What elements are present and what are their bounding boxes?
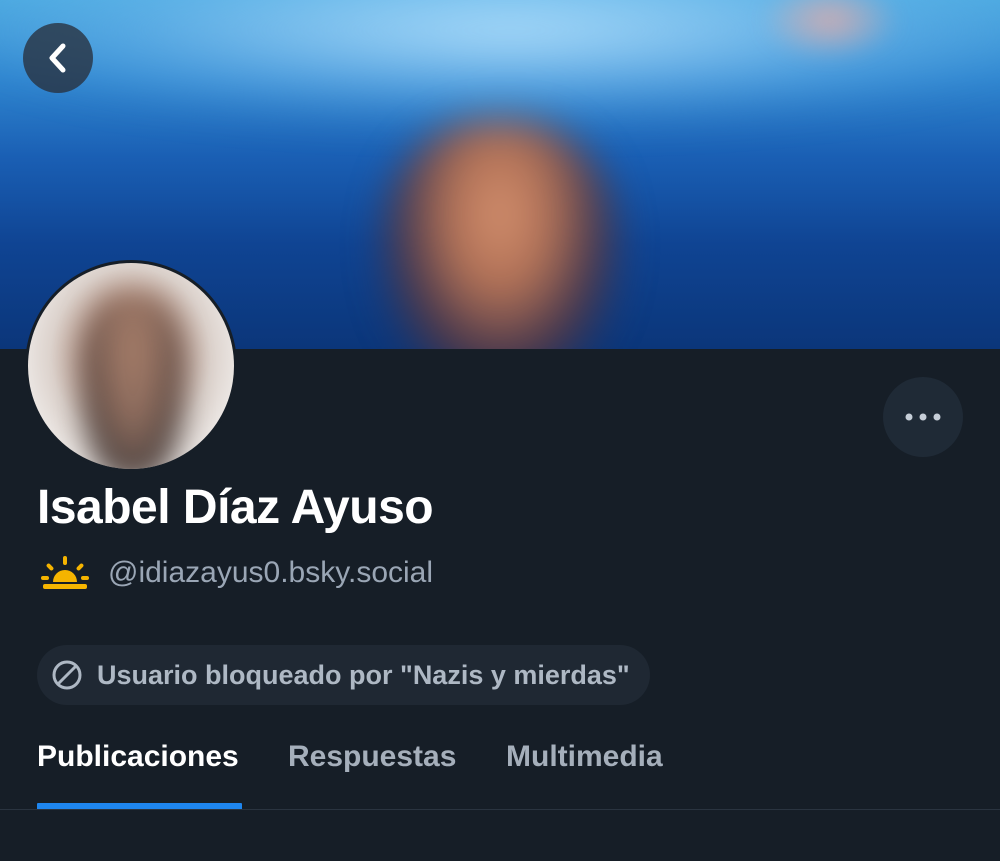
- more-options-button[interactable]: [883, 377, 963, 457]
- profile-page: Isabel Díaz Ayuso @idiazayus0.bsky.socia…: [0, 0, 1000, 861]
- handle-row: @idiazayus0.bsky.social: [40, 553, 433, 593]
- avatar[interactable]: [25, 260, 237, 472]
- tabs-divider: [0, 809, 1000, 810]
- avatar-blur: [83, 293, 183, 469]
- sunrise-icon: [41, 556, 89, 589]
- tab-multimedia[interactable]: Multimedia: [506, 740, 663, 774]
- banner-figure: [380, 120, 620, 349]
- chevron-left-icon: [49, 43, 66, 73]
- handle-text[interactable]: @idiazayus0.bsky.social: [108, 556, 433, 590]
- ellipsis-icon: [905, 413, 941, 421]
- display-name: Isabel Díaz Ayuso: [37, 481, 434, 534]
- tab-respuestas[interactable]: Respuestas: [288, 740, 456, 774]
- block-icon: [52, 660, 82, 690]
- blocked-by-list-badge[interactable]: Usuario bloqueado por "Nazis y mierdas": [37, 645, 650, 705]
- profile-tabs: Publicaciones Respuestas Multimedia: [0, 715, 1000, 810]
- back-button[interactable]: [23, 23, 93, 93]
- blocked-label: Usuario bloqueado por "Nazis y mierdas": [97, 659, 630, 690]
- avatar-image: [28, 263, 234, 469]
- tab-publicaciones[interactable]: Publicaciones: [37, 740, 239, 774]
